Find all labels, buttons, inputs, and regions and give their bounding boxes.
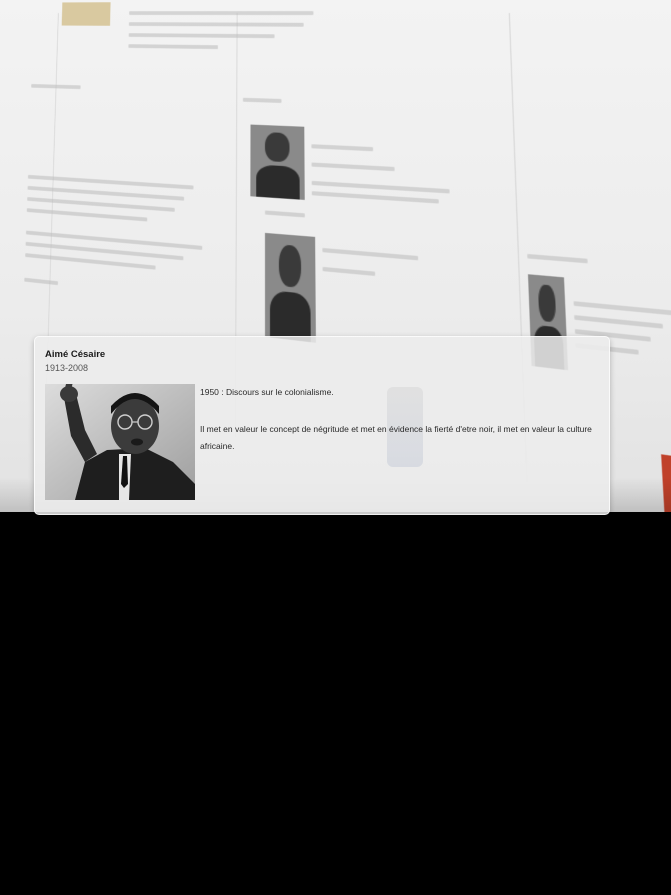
text-line xyxy=(323,267,376,276)
text-line xyxy=(527,254,588,263)
thumbnail-image xyxy=(62,2,111,26)
text-line xyxy=(129,33,275,38)
text-line xyxy=(129,11,313,15)
description-text: Il met en valeur le concept de négritude… xyxy=(200,421,600,455)
person-years: 1913-2008 xyxy=(45,363,88,373)
person-photo xyxy=(265,233,316,343)
text-line xyxy=(243,98,282,103)
text-line xyxy=(322,248,418,260)
text-line xyxy=(574,315,663,329)
event-text: 1950 : Discours sur le colonialisme. xyxy=(200,387,334,397)
detail-card[interactable]: Aimé Césaire 1913-2008 1950: Discours s… xyxy=(34,336,610,515)
portrait-photo[interactable] xyxy=(45,384,195,500)
text-line xyxy=(24,278,58,285)
text-line xyxy=(312,163,395,172)
text-line xyxy=(265,210,305,217)
person-name: Aimé Césaire xyxy=(45,349,105,360)
text-line xyxy=(312,191,439,203)
text-line xyxy=(574,301,671,315)
text-line xyxy=(128,44,217,49)
text-line xyxy=(311,144,373,151)
text-line xyxy=(27,208,148,221)
person-portrait-icon xyxy=(45,384,195,500)
text-line xyxy=(129,22,304,27)
text-line xyxy=(31,84,80,89)
person-photo xyxy=(250,125,304,200)
